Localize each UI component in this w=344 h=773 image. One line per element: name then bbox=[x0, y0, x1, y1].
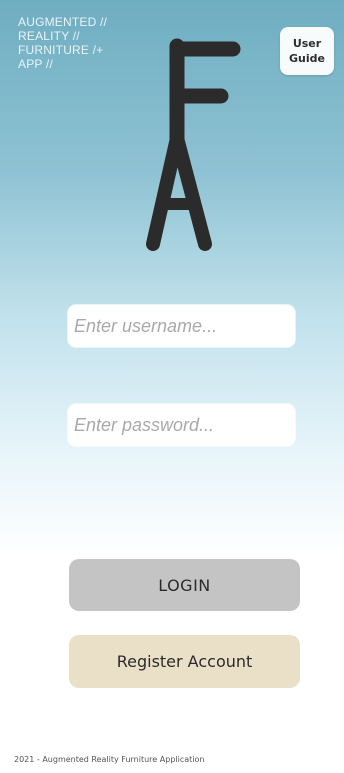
brand-title: AUGMENTED // REALITY // FURNITURE /+ APP… bbox=[18, 15, 107, 71]
user-guide-button[interactable]: User Guide bbox=[280, 27, 334, 75]
brand-line: FURNITURE /+ bbox=[18, 43, 104, 57]
footer-text: 2021 - Augmented Reality Furniture Appli… bbox=[14, 755, 205, 764]
login-button[interactable]: LOGIN bbox=[69, 559, 300, 611]
username-input[interactable] bbox=[68, 305, 295, 347]
brand-line: APP // bbox=[18, 57, 53, 71]
password-input[interactable] bbox=[68, 404, 295, 446]
brand-line: REALITY // bbox=[18, 29, 80, 43]
brand-line: AUGMENTED // bbox=[18, 15, 108, 29]
fa-monogram-icon bbox=[146, 38, 241, 251]
register-account-button[interactable]: Register Account bbox=[69, 635, 300, 688]
